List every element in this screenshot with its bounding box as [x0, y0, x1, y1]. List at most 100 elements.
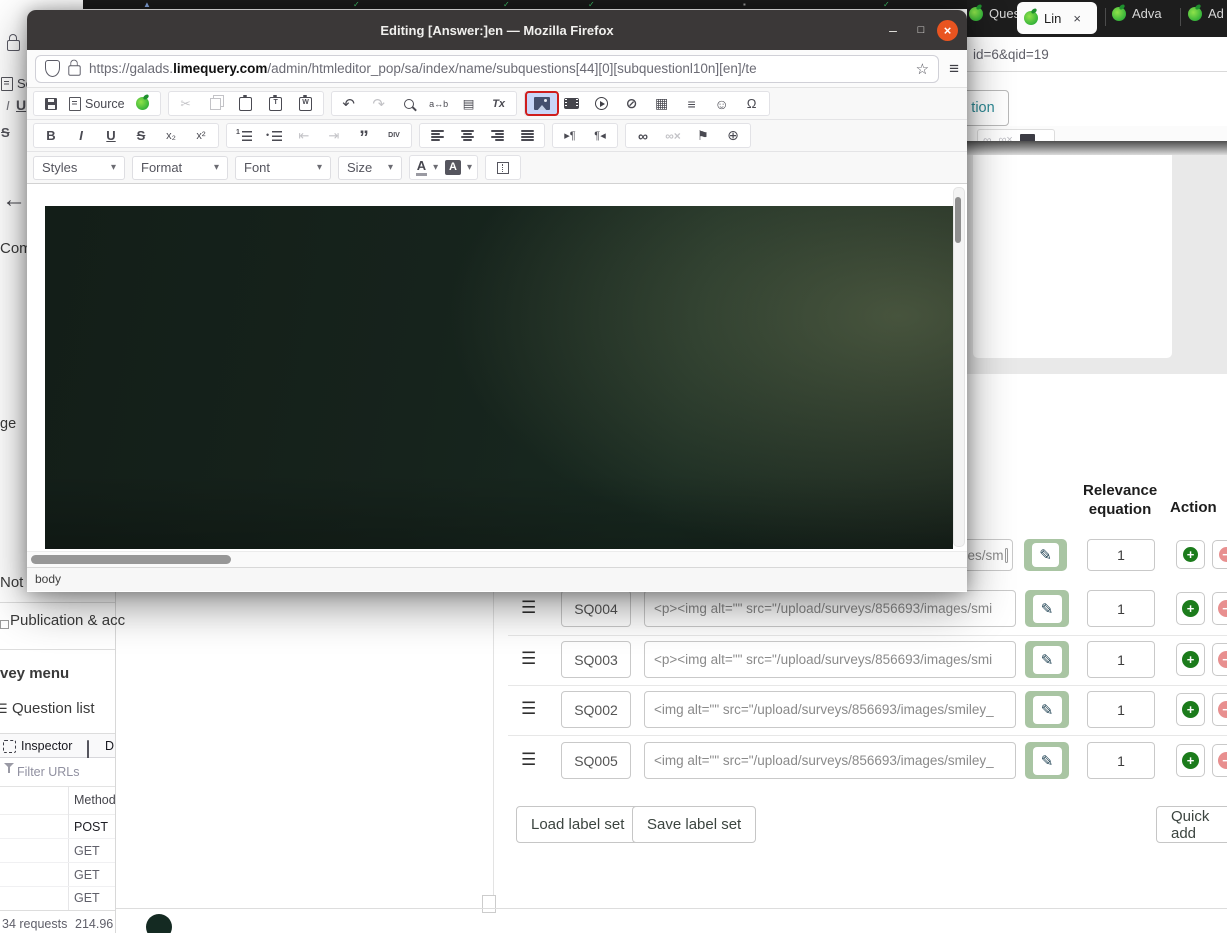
inserted-image[interactable]	[45, 206, 953, 549]
request-method[interactable]: GET	[74, 868, 100, 882]
indent-button[interactable]: ⇥	[319, 125, 349, 146]
relevance-input[interactable]: 1	[1087, 691, 1155, 728]
font-dropdown[interactable]: Font ▾	[235, 155, 331, 180]
edit-subquestion-button[interactable]: ✎	[1025, 742, 1069, 779]
bookmark-star-icon[interactable]: ☆	[916, 60, 929, 78]
back-arrow-icon[interactable]: ←	[2, 186, 26, 214]
underline-button[interactable]: U	[96, 125, 126, 146]
source-button[interactable]: Source	[66, 93, 128, 114]
remove-row-button[interactable]: −	[1212, 744, 1227, 777]
paste-button[interactable]	[231, 93, 261, 114]
size-dropdown[interactable]: Size ▾	[338, 155, 402, 180]
tab-questions[interactable]: Ques	[969, 6, 1020, 21]
subquestion-text-input[interactable]: <p><img alt="" src="/upload/surveys/8566…	[644, 641, 1016, 678]
edit-subquestion-button[interactable]: ✎	[1025, 641, 1069, 678]
load-label-set-button[interactable]: Load label set	[516, 806, 640, 843]
paste-text-button[interactable]	[261, 93, 291, 114]
justify-button[interactable]	[512, 125, 542, 146]
request-method[interactable]: POST	[74, 820, 108, 834]
bold-button[interactable]: B	[36, 125, 66, 146]
copy-button[interactable]	[201, 93, 231, 114]
text-direction-rtl-button[interactable]: ¶◂	[585, 125, 615, 146]
remove-format-button[interactable]: Tx	[484, 93, 514, 114]
strikethrough-button[interactable]: S	[126, 125, 156, 146]
minimize-button[interactable]: –	[881, 10, 905, 50]
edit-subquestion-button[interactable]: ✎	[1025, 590, 1069, 627]
maximize-editor-button[interactable]	[488, 157, 518, 178]
floating-button[interactable]	[146, 914, 172, 933]
vertical-scrollbar[interactable]	[953, 187, 965, 547]
tab-ad[interactable]: Ad	[1188, 6, 1224, 21]
add-row-button[interactable]: +	[1176, 643, 1205, 676]
relevance-input[interactable]: 1	[1087, 742, 1155, 779]
italic-button-fragment[interactable]: I	[6, 98, 10, 113]
add-row-button[interactable]: +	[1176, 592, 1205, 625]
cut-button[interactable]: ✂	[171, 93, 201, 114]
redo-button[interactable]: ↷	[364, 93, 394, 114]
link-button[interactable]: ∞	[628, 125, 658, 146]
subquestion-code-input[interactable]: SQ003	[561, 641, 631, 678]
relevance-input[interactable]: 1	[1087, 590, 1155, 627]
quick-add-button[interactable]: Quick add	[1156, 806, 1227, 843]
insert-hr-button[interactable]: ≡	[677, 93, 707, 114]
find-button[interactable]	[394, 93, 424, 114]
language-button[interactable]: ⊕	[718, 125, 748, 146]
insert-smiley-button[interactable]: ☺	[707, 93, 737, 114]
insert-flash-button[interactable]	[557, 93, 587, 114]
replace-button[interactable]: a↔b	[424, 93, 454, 114]
limesurvey-plugin-button[interactable]	[128, 93, 158, 114]
superscript-button[interactable]: x²	[186, 125, 216, 146]
sidebar-item-notifications[interactable]: Not	[0, 574, 23, 591]
background-url-bar[interactable]: id=6&qid=19	[967, 37, 1227, 72]
method-column-header[interactable]: Method	[74, 793, 116, 807]
select-all-button[interactable]: ▤	[454, 93, 484, 114]
remove-row-button[interactable]: −	[1212, 592, 1227, 625]
paste-word-button[interactable]	[291, 93, 321, 114]
styles-dropdown[interactable]: Styles ▾	[33, 155, 125, 180]
tab-advanced[interactable]: Adva	[1112, 6, 1162, 21]
insert-media-button[interactable]	[587, 93, 617, 114]
subquestion-code-input[interactable]: SQ005	[561, 742, 631, 779]
subquestion-text-input[interactable]: <p><img alt="" src="/upload/surveys/8566…	[644, 590, 1016, 627]
drag-handle-icon[interactable]: ☰	[521, 598, 536, 618]
drag-handle-icon[interactable]: ☰	[521, 750, 536, 770]
insert-image-button[interactable]	[524, 91, 559, 116]
underline-button-fragment[interactable]: U	[16, 97, 26, 113]
tab-close-icon[interactable]: ×	[1073, 11, 1081, 26]
special-char-button[interactable]: Ω	[737, 93, 767, 114]
request-method[interactable]: GET	[74, 891, 100, 905]
scrollbar-thumb[interactable]	[955, 197, 961, 243]
align-right-button[interactable]	[482, 125, 512, 146]
edit-subquestion-button[interactable]: ✎	[1025, 691, 1069, 728]
text-color-button[interactable]: A ▾	[412, 157, 442, 178]
drag-handle-icon[interactable]: ☰	[521, 649, 536, 669]
relevance-input[interactable]: 1	[1087, 539, 1155, 571]
element-path-bar[interactable]: body	[27, 567, 967, 591]
anchor-button[interactable]: ⚑	[688, 125, 718, 146]
text-direction-ltr-button[interactable]: ▸¶	[555, 125, 585, 146]
maximize-button[interactable]: □	[909, 10, 933, 50]
background-editor-content[interactable]	[973, 155, 1172, 358]
bullet-list-button[interactable]	[259, 125, 289, 146]
add-row-button[interactable]: +	[1176, 693, 1205, 726]
align-left-button[interactable]	[422, 125, 452, 146]
remove-row-button[interactable]: −	[1212, 693, 1227, 726]
outdent-button[interactable]: ⇤	[289, 125, 319, 146]
add-row-button[interactable]: +	[1176, 744, 1205, 777]
horizontal-scrollbar[interactable]	[27, 551, 967, 567]
align-center-button[interactable]	[452, 125, 482, 146]
relevance-input[interactable]: 1	[1087, 641, 1155, 678]
undo-button[interactable]: ↶	[334, 93, 364, 114]
unlink-button[interactable]: ∞×	[658, 125, 688, 146]
subquestion-code-input[interactable]: SQ002	[561, 691, 631, 728]
menu-icon[interactable]: ≡	[949, 59, 959, 79]
insert-embed-button[interactable]: ⊘	[617, 93, 647, 114]
tab-active[interactable]: Lin ×	[1017, 2, 1097, 34]
div-container-button[interactable]: DIV	[379, 125, 409, 146]
remove-row-button[interactable]: −	[1212, 643, 1227, 676]
drag-handle-icon[interactable]: ☰	[521, 699, 536, 719]
subscript-button[interactable]: x₂	[156, 125, 186, 146]
insert-table-button[interactable]: ▦	[647, 93, 677, 114]
window-titlebar[interactable]: Editing [Answer:]en — Mozilla Firefox – …	[27, 10, 967, 50]
close-button[interactable]: ×	[937, 20, 958, 41]
